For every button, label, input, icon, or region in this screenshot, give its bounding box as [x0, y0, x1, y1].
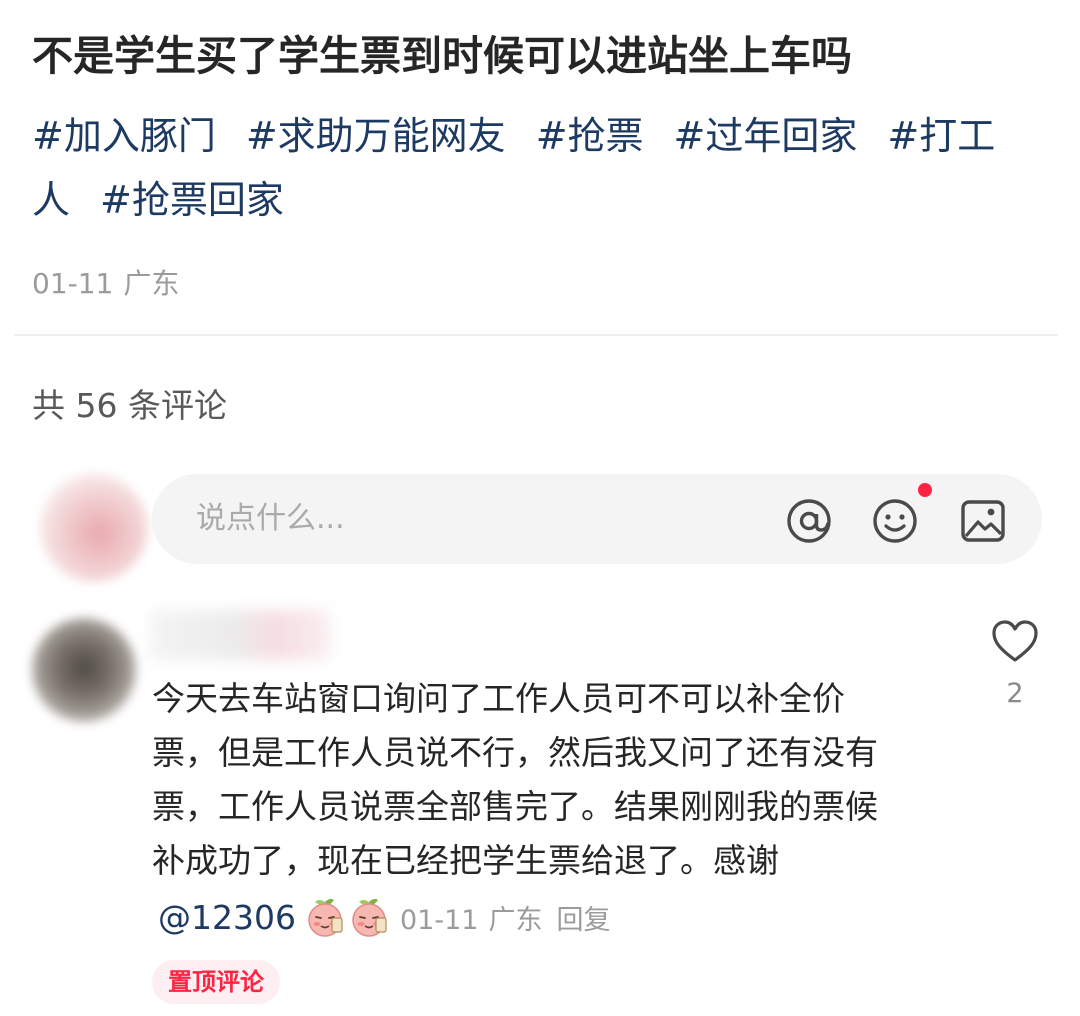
pinned-comment-badge: 置顶评论	[152, 960, 280, 1004]
peach-sticker-icon	[352, 898, 387, 937]
mention-link[interactable]: @12306	[158, 898, 296, 937]
comment-meta: 01-11 广东	[400, 898, 542, 937]
commenter-name-blurred[interactable]	[150, 610, 330, 660]
peach-sticker-icon	[308, 898, 343, 937]
comment-line: 票，但是工作人员说不行，然后我又问了还有没有	[152, 733, 878, 772]
image-icon[interactable]	[958, 496, 1008, 546]
comment-line: 补成功了，现在已经把学生票给退了。感谢	[152, 841, 779, 880]
sticker-group	[304, 896, 392, 938]
like-count: 2	[1006, 678, 1024, 709]
post-title: 不是学生买了学生票到时候可以进站坐上车吗	[32, 32, 852, 80]
comment-line: 今天去车站窗口询问了工作人员可不可以补全价	[152, 679, 845, 718]
post-meta: 01-11 广东	[32, 262, 179, 306]
post-tags: #加入豚门 #求助万能网友 #抢票 #过年回家 #打工人 #抢票回家	[32, 104, 1032, 232]
at-icon[interactable]	[784, 496, 834, 546]
comment-input[interactable]: 说点什么...	[152, 474, 1042, 564]
comment-date: 01-11	[399, 904, 479, 936]
comment-line: 票，工作人员说票全部售完了。结果刚刚我的票候	[152, 787, 878, 826]
tag-grab-tickets[interactable]: #抢票	[536, 114, 644, 158]
notification-dot	[918, 483, 932, 497]
comment-count: 共 56 条评论	[32, 386, 227, 425]
tag-grab-tickets-go-home[interactable]: #抢票回家	[100, 178, 284, 222]
post-date: 01-11	[32, 267, 114, 300]
heart-icon[interactable]	[990, 618, 1040, 664]
tag-go-home-for-new-year[interactable]: #过年回家	[674, 114, 858, 158]
reply-button[interactable]: 回复	[556, 898, 610, 937]
current-user-avatar	[40, 474, 148, 582]
post-location: 广东	[123, 267, 180, 300]
comment-footer: @12306 01-11 广东 回复	[158, 890, 610, 944]
divider	[14, 334, 1058, 336]
comment-location: 广东	[488, 904, 543, 936]
comment-body: 今天去车站窗口询问了工作人员可不可以补全价 票，但是工作人员说不行，然后我又问了…	[152, 672, 952, 888]
comment-input-placeholder[interactable]: 说点什么...	[196, 496, 345, 542]
emoji-icon[interactable]	[870, 496, 920, 546]
tag-join-tunmen[interactable]: #加入豚门	[32, 114, 216, 158]
tag-ask-for-help[interactable]: #求助万能网友	[246, 114, 506, 158]
commenter-avatar[interactable]	[32, 618, 136, 722]
